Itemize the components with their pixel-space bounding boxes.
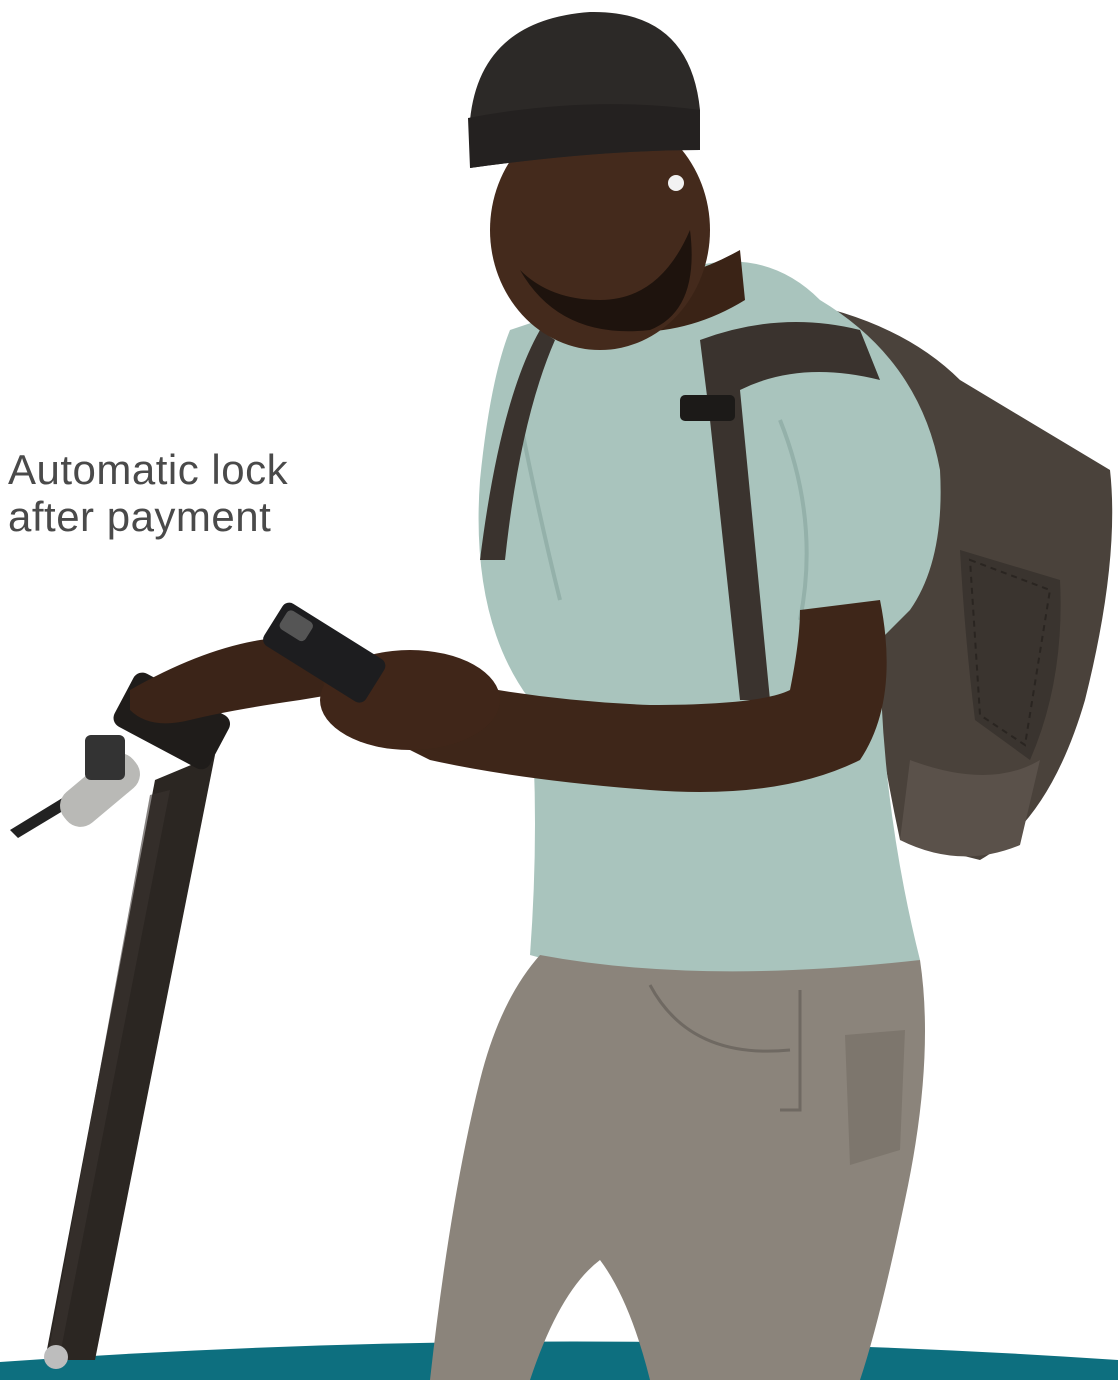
bottom-band bbox=[0, 1341, 1118, 1380]
back-pocket bbox=[845, 1030, 905, 1165]
product-photo-banner: Automatic lock after payment bbox=[0, 0, 1118, 1380]
scooter bbox=[10, 672, 231, 1369]
caption-line-1: Automatic lock bbox=[8, 446, 289, 493]
scooter-user-illustration bbox=[0, 11, 1118, 1380]
caption-line-2: after payment bbox=[8, 493, 272, 540]
strap-buckle bbox=[680, 395, 735, 421]
feature-caption: Automatic lock after payment bbox=[8, 446, 288, 540]
earbud bbox=[668, 175, 684, 191]
